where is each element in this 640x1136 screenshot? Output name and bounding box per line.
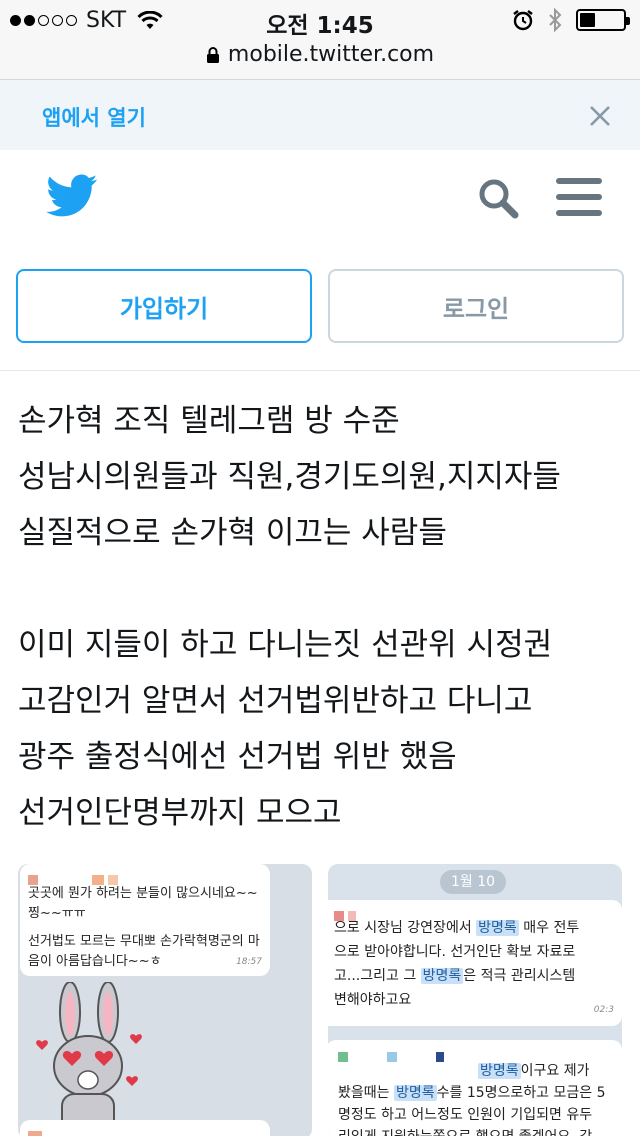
alarm-icon (513, 10, 533, 31)
chat-time: 02:3 (593, 1005, 614, 1015)
tweet-line: 고감인거 알면서 선거법위반하고 다니고 (18, 683, 533, 719)
chat-text: 고...그리고 그 방명록 은 적극 관리시스템 (334, 968, 576, 984)
battery-fill (580, 13, 595, 27)
tweet-text: 손가혁 조직 텔레그램 방 수준 성남시의원들과 직원,경기도의원,지지자들 실… (18, 393, 628, 841)
hamburger-menu-icon[interactable] (556, 178, 602, 216)
top-header (0, 150, 640, 250)
tweet-card[interactable]: 손가혁 조직 텔레그램 방 수준 성남시의원들과 직원,경기도의원,지지자들 실… (0, 370, 640, 1136)
tweet-line: 실질적으로 손가혁 이끄는 사람들 (18, 515, 447, 551)
tweet-line (18, 561, 628, 617)
open-in-app-link[interactable]: 앱에서 열기 (42, 102, 146, 132)
chat-bubble (20, 1120, 270, 1136)
chat-text: 으로 받아야합니다. 선거인단 확보 자료로 (334, 944, 576, 960)
chat-sender-censored (28, 870, 262, 885)
twitter-bird-icon[interactable] (46, 174, 98, 218)
status-bar: SKT 오전 1:45 (0, 0, 640, 40)
chat-text: 음이 아름답습니다~~ㅎ (28, 954, 162, 969)
tweet-media: 곳곳에 뭔가 하려는 분들이 많으시네요~~ 찡~~ㅠㅠ 선거법도 모르는 무대… (18, 864, 622, 1136)
chat-bubble: 방명록 이구요 제가 봤을때는 방명록 수를 15명으로하고 모금은 5 명정도 하… (328, 1040, 622, 1136)
battery-icon (576, 9, 630, 31)
chat-text: 찡~~ㅠㅠ (28, 906, 86, 921)
chat-date-pill: 1월 10 (440, 870, 506, 894)
lock-icon (206, 47, 219, 63)
address-bar[interactable]: mobile.twitter.com (0, 40, 640, 80)
chat-time: 18:57 (236, 957, 262, 967)
chat-bubble: 곳곳에 뭔가 하려는 분들이 많으시네요~~ 찡~~ㅠㅠ 선거법도 모르는 무대… (20, 864, 270, 976)
open-in-app-banner: 앱에서 열기 (0, 80, 640, 150)
tweet-line: 이미 지들이 하고 다니는짓 선관위 시정권 (18, 627, 553, 663)
tweet-line: 광주 출정식에선 선거법 위반 했음 (18, 739, 457, 775)
chat-text: 명정도 하고 어느정도 인원이 기입되면 유두 (338, 1107, 593, 1123)
search-icon[interactable] (476, 176, 520, 220)
tweet-line: 선거인단명부까지 모으고 (18, 795, 342, 831)
signup-button[interactable]: 가입하기 (16, 269, 312, 343)
bunny-sticker-image (36, 982, 142, 1132)
chat-text: 방명록 이구요 제가 (478, 1063, 590, 1079)
close-icon[interactable] (588, 104, 612, 128)
chat-text: 으로 시장님 강연장에서 방명록 매우 전투 (334, 920, 580, 936)
tweet-line: 손가혁 조직 텔레그램 방 수준 (18, 403, 400, 439)
url-text: mobile.twitter.com (227, 42, 435, 67)
chat-text: 리있게 지원하는쪽으로 했으면 좋겠어요. 각 (338, 1126, 614, 1136)
auth-buttons: 가입하기 로그인 (0, 269, 640, 343)
chat-text: 선거법도 모르는 무대뽀 손가락혁명군의 마 (28, 934, 260, 949)
chat-text: 변해야하고요 (334, 992, 412, 1008)
chat-text: 봤을때는 방명록 수를 15명으로하고 모금은 5 (338, 1085, 606, 1101)
chat-text: 곳곳에 뭔가 하려는 분들이 많으시네요~~ (28, 886, 258, 901)
media-image-right[interactable]: 1월 10 으로 시장님 강연장에서 방명록 매우 전투 으로 받아야합니다. … (328, 864, 622, 1136)
chat-bubble: 으로 시장님 강연장에서 방명록 매우 전투 으로 받아야합니다. 선거인단 확… (328, 900, 622, 1026)
bluetooth-icon (549, 8, 562, 32)
tweet-line: 성남시의원들과 직원,경기도의원,지지자들 (18, 459, 561, 495)
chat-sender-censored (338, 1046, 614, 1062)
chat-sender-censored (334, 904, 614, 921)
login-button[interactable]: 로그인 (328, 269, 624, 343)
media-image-left[interactable]: 곳곳에 뭔가 하려는 분들이 많으시네요~~ 찡~~ㅠㅠ 선거법도 모르는 무대… (18, 864, 312, 1136)
